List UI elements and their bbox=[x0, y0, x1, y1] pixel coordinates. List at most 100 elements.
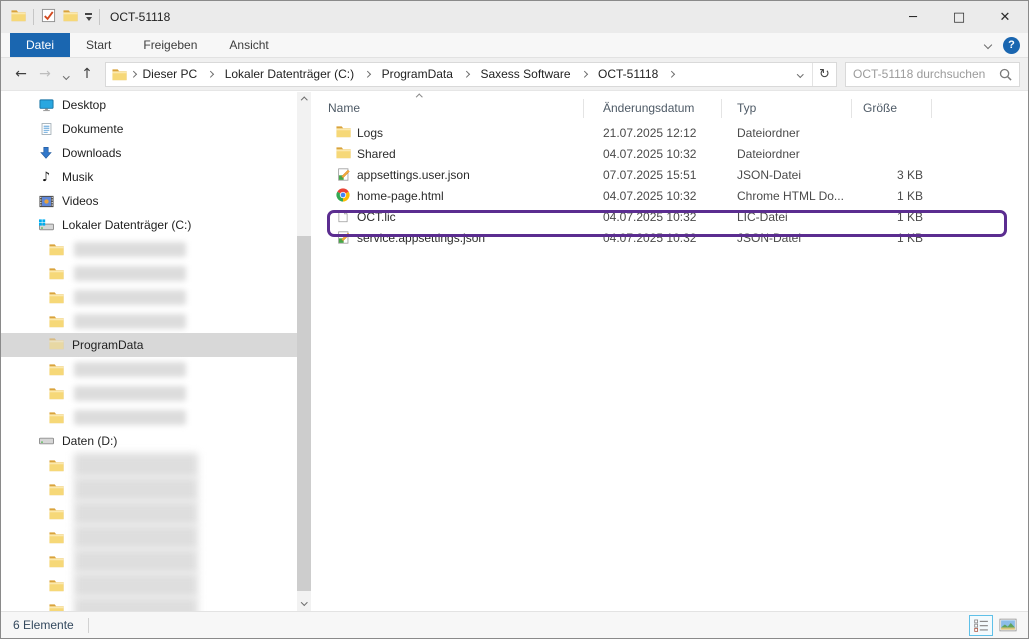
downloads-icon bbox=[37, 146, 55, 160]
tab-datei[interactable]: Datei bbox=[10, 33, 70, 57]
videos-icon bbox=[37, 195, 55, 208]
redacted-label bbox=[74, 266, 186, 281]
back-button[interactable]: ← bbox=[9, 66, 33, 82]
file-row-service-appsettings-json[interactable]: service.appsettings.json 04.07.2025 10:3… bbox=[311, 228, 1028, 249]
music-icon: ♪ bbox=[37, 170, 55, 185]
file-row-appsettings-user-json[interactable]: appsettings.user.json 07.07.2025 15:51 J… bbox=[311, 165, 1028, 186]
documents-icon bbox=[37, 122, 55, 136]
window-controls: ─ □ ✕ bbox=[890, 1, 1028, 33]
folder-icon bbox=[47, 459, 65, 472]
sidebar-item-dokumente[interactable]: Dokumente bbox=[1, 117, 297, 141]
forward-button[interactable]: → bbox=[33, 66, 57, 82]
explorer-window: OCT-51118 ─ □ ✕ Datei Start Freigeben An… bbox=[0, 0, 1029, 639]
file-row-home-page-html[interactable]: home-page.html 04.07.2025 10:32 Chrome H… bbox=[311, 186, 1028, 207]
expand-ribbon-icon[interactable] bbox=[984, 41, 992, 49]
folder-icon bbox=[47, 603, 65, 612]
thumbnails-view-button[interactable] bbox=[996, 615, 1020, 636]
file-name: Shared bbox=[357, 147, 396, 161]
folder-icon bbox=[47, 531, 65, 544]
sidebar-item-redacted[interactable] bbox=[1, 525, 297, 549]
sidebar-item-downloads[interactable]: Downloads bbox=[1, 141, 297, 165]
file-name: appsettings.user.json bbox=[357, 168, 470, 182]
breadcrumb-segment[interactable]: Saxess Software bbox=[475, 63, 593, 86]
sidebar-item-redacted[interactable] bbox=[1, 597, 297, 611]
folder-icon bbox=[47, 243, 65, 256]
sidebar-item-redacted[interactable] bbox=[1, 309, 297, 333]
doc-icon bbox=[335, 209, 351, 224]
tab-ansicht[interactable]: Ansicht bbox=[213, 33, 284, 57]
sidebar-item-redacted[interactable] bbox=[1, 261, 297, 285]
title-bar: OCT-51118 ─ □ ✕ bbox=[1, 1, 1028, 33]
redacted-label bbox=[74, 290, 186, 305]
tab-start[interactable]: Start bbox=[70, 33, 127, 57]
address-bar[interactable]: Dieser PC Lokaler Datenträger (C:) Progr… bbox=[105, 62, 837, 87]
breadcrumb-separator-icon bbox=[581, 71, 587, 77]
folder-icon bbox=[47, 555, 65, 568]
sidebar-item-redacted[interactable] bbox=[1, 285, 297, 309]
desktop-icon bbox=[37, 98, 55, 112]
redacted-label bbox=[74, 501, 198, 525]
file-date: 21.07.2025 12:12 bbox=[603, 126, 696, 140]
sidebar-item-musik[interactable]: ♪ Musik bbox=[1, 165, 297, 189]
maximize-button[interactable]: □ bbox=[936, 1, 982, 33]
sidebar-item-redacted[interactable] bbox=[1, 381, 297, 405]
close-button[interactable]: ✕ bbox=[982, 1, 1028, 33]
redacted-label bbox=[74, 242, 186, 257]
search-icon bbox=[999, 68, 1012, 81]
folder-icon bbox=[47, 291, 65, 304]
breadcrumb-segment[interactable]: OCT-51118 bbox=[593, 63, 681, 86]
column-header-date[interactable]: Änderungsdatum bbox=[603, 101, 694, 115]
sidebar-item-redacted[interactable] bbox=[1, 405, 297, 429]
item-count: 6 Elemente bbox=[13, 618, 74, 632]
navigation-pane: Desktop Dokumente Downloads ♪ Musik Vide… bbox=[1, 92, 297, 611]
breadcrumb-segment[interactable]: Dieser PC bbox=[138, 63, 220, 86]
file-row-shared[interactable]: Shared 04.07.2025 10:32 Dateiordner bbox=[311, 144, 1028, 165]
divider bbox=[88, 618, 89, 633]
sidebar-item-desktop[interactable]: Desktop bbox=[1, 93, 297, 117]
scrollbar-thumb[interactable] bbox=[297, 236, 311, 591]
recent-locations-icon[interactable] bbox=[57, 66, 75, 82]
customize-toolbar-icon[interactable] bbox=[85, 13, 92, 21]
sidebar-item-redacted[interactable] bbox=[1, 453, 297, 477]
sidebar-item-daten-d[interactable]: Daten (D:) bbox=[1, 429, 297, 453]
breadcrumb-separator-icon bbox=[364, 71, 370, 77]
sidebar-item-redacted[interactable] bbox=[1, 237, 297, 261]
breadcrumb-segment[interactable]: ProgramData bbox=[377, 63, 476, 86]
properties-icon[interactable] bbox=[41, 8, 56, 26]
quick-access-toolbar bbox=[11, 8, 100, 26]
redacted-label bbox=[74, 362, 186, 377]
new-folder-icon[interactable] bbox=[63, 9, 78, 25]
drive-icon bbox=[37, 436, 55, 446]
scroll-down-icon[interactable] bbox=[297, 594, 311, 611]
column-header-name[interactable]: Name bbox=[328, 101, 360, 115]
search-input[interactable]: OCT-51118 durchsuchen bbox=[845, 62, 1020, 87]
json-icon bbox=[335, 167, 351, 182]
up-button[interactable]: ↑ bbox=[75, 66, 99, 82]
tab-freigeben[interactable]: Freigeben bbox=[127, 33, 213, 57]
sidebar-item-redacted[interactable] bbox=[1, 357, 297, 381]
minimize-button[interactable]: ─ bbox=[890, 1, 936, 33]
sidebar-item-redacted[interactable] bbox=[1, 549, 297, 573]
sidebar-item-redacted[interactable] bbox=[1, 501, 297, 525]
refresh-icon[interactable]: ↻ bbox=[812, 63, 836, 86]
address-dropdown-icon[interactable] bbox=[788, 63, 812, 86]
sidebar-item-redacted[interactable] bbox=[1, 477, 297, 501]
sidebar-item-redacted[interactable] bbox=[1, 573, 297, 597]
file-row-logs[interactable]: Logs 21.07.2025 12:12 Dateiordner bbox=[311, 123, 1028, 144]
sidebar-item-lokaler-datentr-ger-c[interactable]: Lokaler Datenträger (C:) bbox=[1, 213, 297, 237]
column-header-type[interactable]: Typ bbox=[737, 101, 756, 115]
scroll-up-icon[interactable] bbox=[297, 92, 311, 109]
sidebar-item-videos[interactable]: Videos bbox=[1, 189, 297, 213]
folder-icon bbox=[47, 483, 65, 496]
redacted-label bbox=[74, 453, 198, 477]
breadcrumb-segment[interactable]: Lokaler Datenträger (C:) bbox=[220, 63, 377, 86]
column-header-size[interactable]: Größe bbox=[863, 101, 897, 115]
divider bbox=[99, 9, 100, 25]
sidebar-scrollbar[interactable] bbox=[297, 92, 311, 611]
sort-ascending-icon bbox=[416, 94, 422, 100]
sidebar-item-programdata[interactable]: ProgramData bbox=[1, 333, 297, 357]
help-icon[interactable]: ? bbox=[1003, 37, 1020, 54]
details-view-button[interactable] bbox=[969, 615, 993, 636]
chrome-icon bbox=[335, 188, 351, 202]
file-row-oct-lic[interactable]: OCT.lic 04.07.2025 10:32 LIC-Datei 1 KB bbox=[311, 207, 1028, 228]
